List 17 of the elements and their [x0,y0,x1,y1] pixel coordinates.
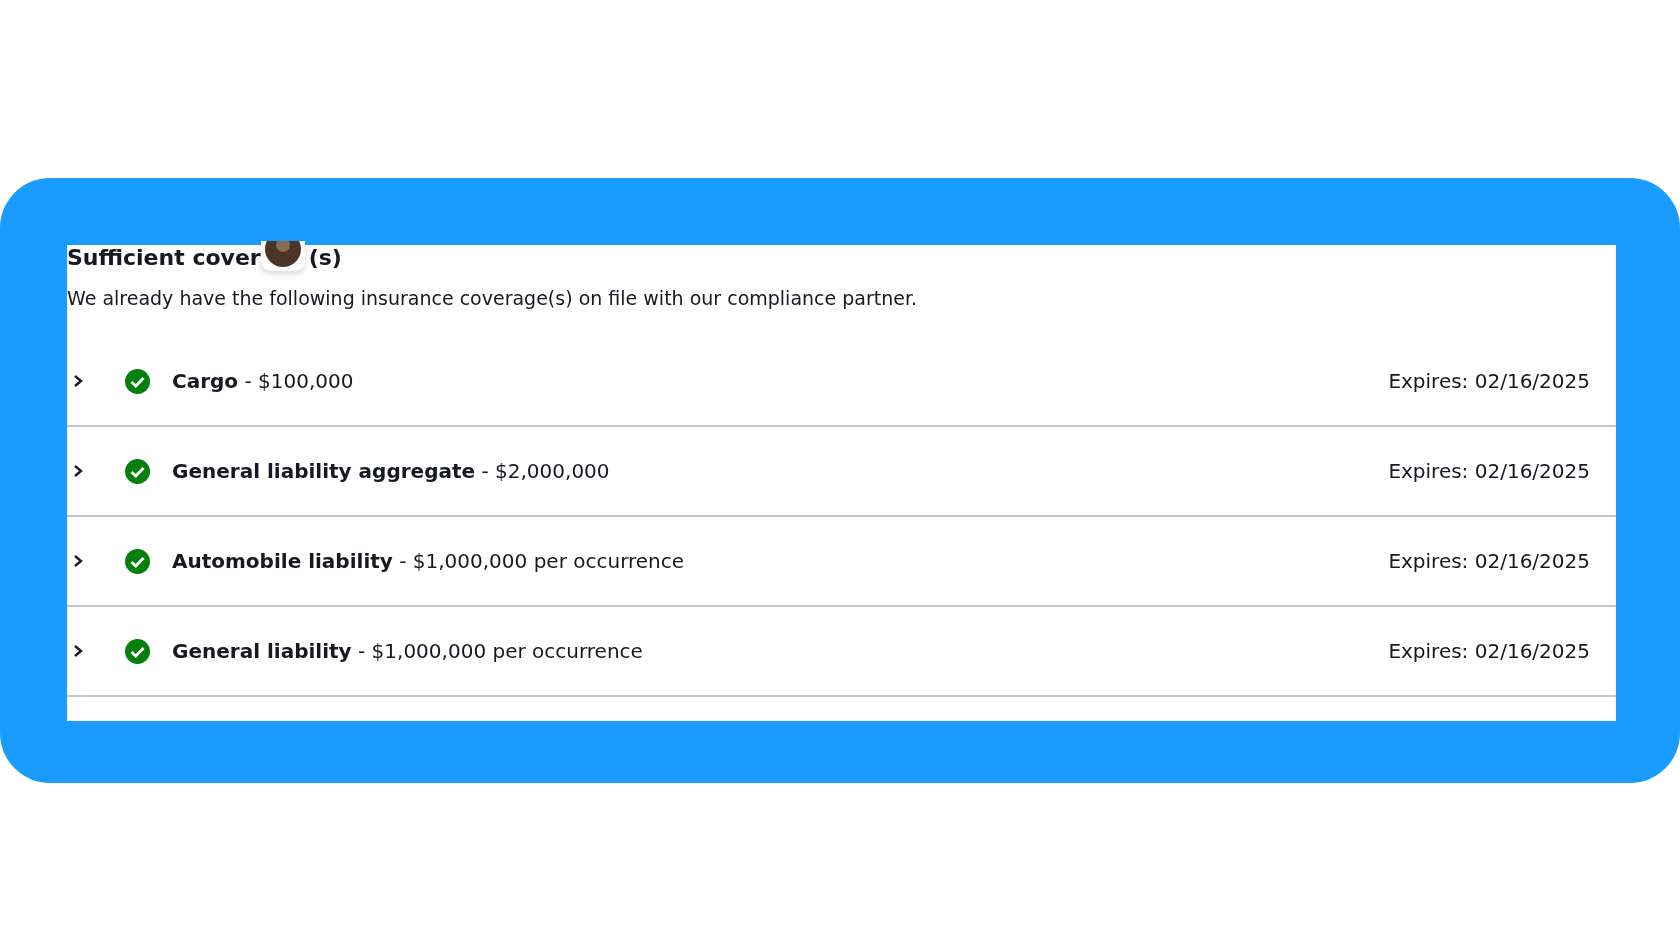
coverage-label: General liability - $1,000,000 per occurrence [172,639,644,663]
check-circle-icon [125,368,150,394]
description-text: We already have the following insurance coverage(s) on file with our compliance partner. [67,287,919,309]
expiry-date: Expires: 02/16/2025 [1388,369,1590,393]
avatar-icon [264,241,301,267]
avatar-button[interactable] [260,241,305,271]
expiry-date: Expires: 02/16/2025 [1388,549,1590,573]
section-title: Sufficient cover [67,245,261,271]
section-title-end: (s) [308,245,342,271]
check-circle-icon [125,638,150,664]
expiry-date: Expires: 02/16/2025 [1388,459,1590,483]
check-circle-icon [125,458,150,484]
coverage-label: General liability aggregate - $2,000,000 [172,459,611,483]
coverage-label: Automobile liability - $1,000,000 per occurrence [172,549,686,573]
check-circle-icon [125,548,150,574]
expiry-date: Expires: 02/16/2025 [1388,639,1590,663]
coverage-label: Cargo - $100,000 [172,369,355,393]
